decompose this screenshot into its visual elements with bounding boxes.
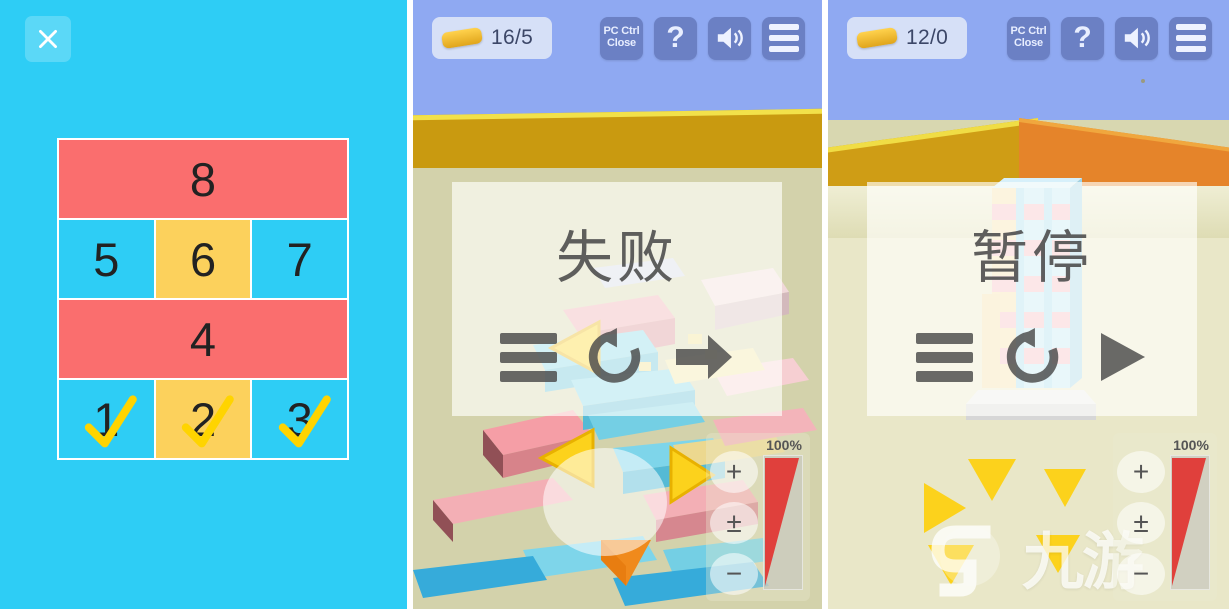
sound-on-icon <box>717 27 743 49</box>
direction-arrows-hud[interactable] <box>916 449 1096 599</box>
menu-button[interactable] <box>915 332 973 382</box>
next-button[interactable] <box>674 331 734 383</box>
help-icon: ? <box>1073 21 1092 54</box>
zoom-out-button[interactable]: − <box>1117 553 1165 595</box>
dialog-buttons <box>867 326 1197 388</box>
pc-ctrl-close-button[interactable]: PC Ctrl Close <box>600 16 643 60</box>
fail-dialog: 失败 <box>452 182 782 416</box>
side-controls: + ± − 100% <box>1113 433 1217 601</box>
gauge-track <box>1170 455 1210 590</box>
power-gauge: 100% <box>763 437 805 590</box>
menu-icon <box>768 24 799 52</box>
plank-icon <box>440 26 484 50</box>
pc-ctrl-close-button[interactable]: PC Ctrl Close <box>1007 16 1050 60</box>
zoom-reset-button[interactable]: ± <box>710 502 758 544</box>
next-arrow-icon <box>676 335 733 379</box>
restart-button[interactable] <box>584 326 646 388</box>
menu-button[interactable] <box>1169 16 1212 60</box>
panel-level-select: 8 5 6 7 4 1 2 3 <box>0 0 407 609</box>
close-button[interactable] <box>25 16 71 62</box>
pc-ctrl-line2: Close <box>1014 37 1043 49</box>
menu-icon <box>915 370 973 382</box>
level-tile-2[interactable]: 2 <box>155 380 251 458</box>
level-tile-5[interactable]: 5 <box>59 220 154 298</box>
sound-button[interactable] <box>708 16 751 60</box>
top-actions: PC Ctrl Close ? <box>1007 16 1229 60</box>
play-icon <box>1100 333 1145 381</box>
level-tile-1[interactable]: 1 <box>59 380 154 458</box>
help-button[interactable]: ? <box>1061 16 1104 60</box>
level-tile-6[interactable]: 6 <box>155 220 251 298</box>
panel-fail-screen: 失败 16/5 PC Ctrl Close ? + ± − 100% <box>413 0 822 609</box>
restart-icon <box>1006 327 1058 383</box>
restart-icon <box>589 327 641 383</box>
help-icon: ? <box>666 21 685 54</box>
level-row: 4 <box>59 300 347 378</box>
pause-dialog: 暂停 <box>867 182 1197 416</box>
gauge-track <box>763 455 803 590</box>
plank-counter[interactable]: 16/5 <box>432 17 552 59</box>
resume-button[interactable] <box>1093 329 1149 385</box>
restart-button[interactable] <box>1002 326 1064 388</box>
level-tile-2-label: 2 <box>189 392 217 446</box>
menu-icon <box>915 351 973 363</box>
gauge-percent-label: 100% <box>766 437 802 453</box>
level-tile-8[interactable]: 8 <box>59 140 347 218</box>
plank-count-label: 16/5 <box>491 26 534 49</box>
zoom-reset-button[interactable]: ± <box>1117 502 1165 544</box>
plank-icon <box>855 26 899 50</box>
level-tile-7[interactable]: 7 <box>252 220 348 298</box>
side-controls: + ± − 100% <box>706 433 810 601</box>
menu-icon <box>1175 24 1206 52</box>
panel-pause-screen: 暂停 12/0 PC Ctrl Close ? 九游 + ± − 100% <box>828 0 1229 609</box>
dialog-buttons <box>452 326 782 388</box>
menu-icon <box>499 332 557 344</box>
menu-icon <box>499 370 557 382</box>
level-grid: 8 5 6 7 4 1 2 3 <box>57 138 349 460</box>
level-row: 8 <box>59 140 347 218</box>
decorative-dot <box>1141 79 1145 83</box>
level-tile-3-label: 3 <box>286 392 313 446</box>
level-tile-1-label: 1 <box>93 392 120 446</box>
gauge-fill <box>765 458 799 586</box>
level-row: 1 2 3 <box>59 380 348 458</box>
help-button[interactable]: ? <box>654 16 697 60</box>
plank-counter[interactable]: 12/0 <box>847 17 967 59</box>
gauge-percent-label: 100% <box>1173 437 1209 453</box>
menu-icon <box>915 332 973 344</box>
level-tile-4[interactable]: 4 <box>59 300 347 378</box>
zoom-in-button[interactable]: + <box>710 451 758 493</box>
plank-count-label: 12/0 <box>906 26 949 49</box>
menu-icon <box>499 351 557 363</box>
dialog-title: 失败 <box>556 225 678 291</box>
top-bar: 16/5 PC Ctrl Close ? <box>413 0 822 76</box>
zoom-controls: + ± − <box>1117 451 1165 595</box>
level-tile-3[interactable]: 3 <box>252 380 348 458</box>
top-bar: 12/0 PC Ctrl Close ? <box>828 0 1229 76</box>
top-actions: PC Ctrl Close ? <box>600 16 822 60</box>
menu-button[interactable] <box>499 332 557 382</box>
level-row: 5 6 7 <box>59 220 348 298</box>
pc-ctrl-line2: Close <box>607 37 636 49</box>
sound-button[interactable] <box>1115 16 1158 60</box>
zoom-out-button[interactable]: − <box>710 553 758 595</box>
sound-on-icon <box>1124 27 1150 49</box>
screenshot-root: 8 5 6 7 4 1 2 3 失败 16/5 PC Ctrl Close ? … <box>0 0 1231 609</box>
zoom-in-button[interactable]: + <box>1117 451 1165 493</box>
zoom-controls: + ± − <box>710 451 758 595</box>
power-gauge: 100% <box>1170 437 1212 590</box>
menu-button[interactable] <box>762 16 805 60</box>
dialog-title: 暂停 <box>971 225 1093 291</box>
gauge-fill <box>1172 458 1206 586</box>
close-x-icon <box>39 30 57 48</box>
